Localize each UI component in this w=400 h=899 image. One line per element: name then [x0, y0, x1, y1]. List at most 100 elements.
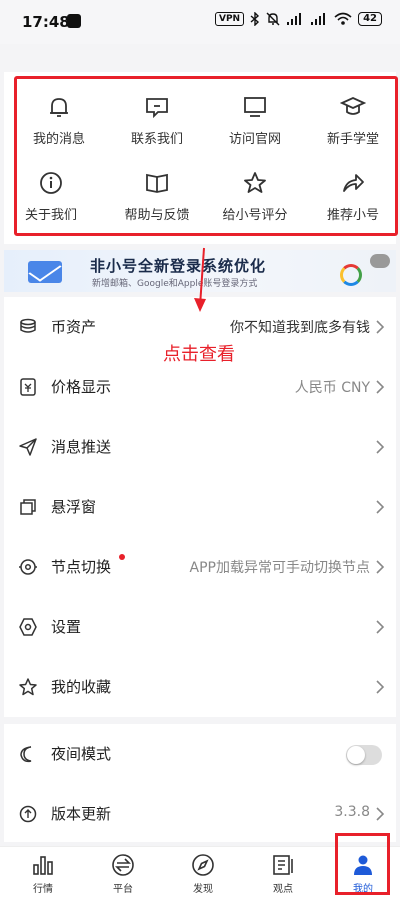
monitor-icon	[244, 97, 266, 117]
wifi-icon	[334, 12, 352, 25]
promo-banner[interactable]: 非小号全新登录系统优化 新增邮箱、Google和Apple账号登录方式	[4, 250, 396, 292]
tab-opinions[interactable]: 观点	[243, 853, 323, 897]
star-icon	[244, 172, 266, 193]
banner-title: 非小号全新登录系统优化	[90, 257, 267, 275]
quick-action-label: 给小号评分	[222, 208, 288, 223]
tab-label: 观点	[273, 884, 293, 895]
row-label: 币资产	[51, 318, 97, 336]
chevron-right-icon	[376, 807, 385, 821]
bar-chart-icon	[33, 856, 53, 875]
mute-bell-icon	[266, 12, 280, 26]
chevron-right-icon	[376, 560, 385, 574]
battery-indicator: 42	[358, 12, 382, 26]
share-icon	[343, 174, 364, 192]
row-label: 悬浮窗	[51, 498, 97, 516]
bluetooth-icon	[250, 12, 260, 26]
quick-action-website[interactable]: 访问官网	[206, 94, 304, 154]
google-icon	[340, 264, 362, 286]
book-icon	[146, 173, 168, 193]
night-mode-toggle[interactable]	[346, 745, 382, 765]
quick-action-label: 新手学堂	[326, 132, 379, 147]
chevron-right-icon	[376, 500, 385, 514]
row-label: 节点切换	[51, 558, 112, 576]
star-outline-icon	[19, 678, 37, 696]
cloud-icon	[370, 254, 390, 268]
tab-mine[interactable]: 我的	[323, 853, 400, 897]
chevron-right-icon	[376, 440, 385, 454]
signal-icon	[287, 13, 302, 25]
row-label: 我的收藏	[51, 678, 112, 696]
tab-market[interactable]: 行情	[3, 853, 83, 897]
user-icon	[354, 855, 372, 875]
node-icon	[19, 559, 37, 575]
row-favorites[interactable]: 我的收藏	[4, 657, 396, 717]
window-icon	[20, 499, 36, 515]
row-label: 消息推送	[51, 438, 112, 456]
row-label: 设置	[51, 618, 82, 636]
quick-action-label: 关于我们	[24, 208, 77, 223]
info-icon	[40, 172, 62, 194]
notes-icon	[273, 855, 293, 875]
settings-icon	[19, 618, 37, 636]
quick-action-help[interactable]: 帮助与反馈	[108, 170, 206, 230]
chevron-right-icon	[376, 620, 385, 634]
row-price-display[interactable]: 价格显示 人民币 CNY	[4, 357, 396, 417]
quick-actions-panel: 我的消息 联系我们 访问官网 新手学堂 关于我们 帮助与反馈 给小号评分 推荐小…	[4, 72, 396, 244]
row-floating-window[interactable]: 悬浮窗	[4, 477, 396, 537]
status-bar: 17:48 VPN 42	[0, 0, 400, 44]
banner-subtitle: 新增邮箱、Google和Apple账号登录方式	[92, 279, 258, 289]
send-icon	[19, 438, 37, 456]
settings-list-2: 夜间模式 版本更新 3.3.8	[4, 724, 396, 842]
tab-label: 我的	[353, 884, 373, 895]
message-icon	[146, 98, 168, 119]
row-push[interactable]: 消息推送	[4, 417, 396, 477]
tab-label: 行情	[33, 884, 53, 895]
toggle-knob	[347, 746, 365, 764]
tab-platform[interactable]: 平台	[83, 853, 163, 897]
tab-label: 平台	[113, 884, 133, 895]
moon-icon	[20, 746, 32, 763]
mail-icon	[28, 261, 62, 283]
chevron-right-icon	[376, 380, 385, 394]
row-node-switch[interactable]: 节点切换 APP加载异常可手动切换节点	[4, 537, 396, 597]
notification-dot	[119, 554, 125, 560]
row-label: 版本更新	[51, 805, 112, 823]
bottom-tab-bar: 行情 平台 发现 观点 我的	[0, 846, 400, 899]
currency-icon	[20, 378, 36, 396]
quick-action-rate[interactable]: 给小号评分	[206, 170, 304, 230]
quick-action-label: 帮助与反馈	[124, 208, 190, 223]
quick-action-contact[interactable]: 联系我们	[108, 94, 206, 154]
tiktok-icon	[67, 14, 81, 28]
vpn-badge: VPN	[214, 12, 245, 26]
row-settings[interactable]: 设置	[4, 597, 396, 657]
quick-action-label: 推荐小号	[326, 208, 379, 223]
chevron-right-icon	[376, 320, 385, 334]
status-icons: VPN 42	[214, 12, 382, 26]
quick-action-label: 访问官网	[228, 132, 281, 147]
row-label: 价格显示	[51, 378, 112, 396]
quick-action-messages[interactable]: 我的消息	[10, 94, 108, 154]
quick-action-tutorial[interactable]: 新手学堂	[304, 94, 400, 154]
row-version-update[interactable]: 版本更新 3.3.8	[4, 784, 396, 844]
row-label: 夜间模式	[51, 745, 112, 763]
quick-action-label: 联系我们	[130, 132, 183, 147]
annotation-text: 点击查看	[163, 344, 235, 365]
update-icon	[19, 805, 37, 823]
quick-action-about[interactable]: 关于我们	[2, 170, 100, 230]
row-value: 人民币 CNY	[294, 380, 370, 396]
row-value: APP加载异常可手动切换节点	[189, 560, 370, 576]
chevron-right-icon	[376, 680, 385, 694]
quick-action-label: 我的消息	[32, 132, 85, 147]
compass-icon	[192, 854, 214, 876]
bell-icon	[50, 98, 68, 117]
row-value: 3.3.8	[334, 804, 370, 820]
row-night-mode: 夜间模式	[4, 724, 396, 784]
quick-action-recommend[interactable]: 推荐小号	[304, 170, 400, 230]
status-time: 17:48	[22, 13, 70, 31]
row-value: 你不知道我到底多有钱	[230, 320, 370, 336]
tab-discover[interactable]: 发现	[163, 853, 243, 897]
signal-2-icon	[311, 13, 326, 25]
tab-label: 发现	[193, 884, 213, 895]
coins-icon	[20, 318, 36, 333]
graduation-cap-icon	[340, 97, 366, 115]
